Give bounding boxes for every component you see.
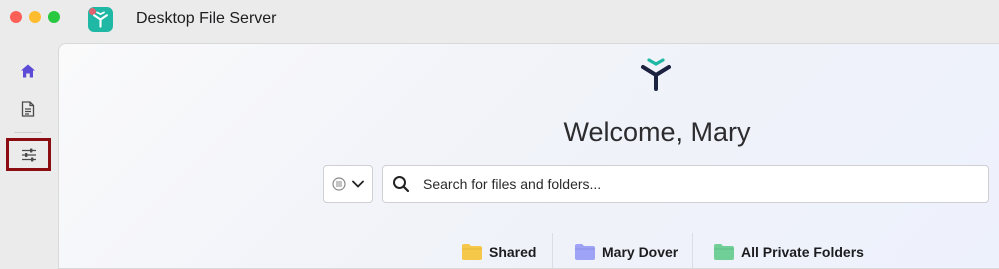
folder-green-icon <box>714 244 734 260</box>
sliders-icon <box>21 148 36 161</box>
brand-logo-icon <box>641 58 671 91</box>
sidebar-item-settings[interactable] <box>6 138 51 171</box>
search-scope-dropdown[interactable] <box>323 165 373 203</box>
quick-link-separator <box>552 233 553 268</box>
quick-link-separator <box>692 233 693 268</box>
window-minimize-button[interactable] <box>29 11 41 23</box>
sidebar-item-home[interactable] <box>14 57 42 85</box>
main-content: Welcome, Mary Shared Mary Do <box>58 43 999 269</box>
list-filter-icon <box>332 177 346 191</box>
quick-link-shared[interactable]: Shared <box>461 237 536 267</box>
quick-link-all-private-folders[interactable]: All Private Folders <box>713 237 864 267</box>
app-logo-icon <box>88 7 113 32</box>
title-bar: Desktop File Server <box>0 0 999 40</box>
search-icon <box>392 175 410 193</box>
search-input[interactable] <box>421 175 965 193</box>
sidebar <box>0 40 58 268</box>
app-title: Desktop File Server <box>136 10 277 27</box>
quick-link-label: All Private Folders <box>741 244 864 260</box>
home-icon <box>21 64 35 78</box>
document-icon <box>21 101 35 117</box>
quick-link-label: Mary Dover <box>602 244 679 260</box>
folder-purple-icon <box>575 244 595 260</box>
window-close-button[interactable] <box>10 11 22 23</box>
quick-link-label: Shared <box>489 244 537 260</box>
sidebar-item-documents[interactable] <box>14 95 42 123</box>
folder-yellow-icon <box>462 244 482 260</box>
welcome-heading: Welcome, Mary <box>563 117 751 147</box>
window-maximize-button[interactable] <box>48 11 60 23</box>
quick-link-mary-dover[interactable]: Mary Dover <box>574 237 678 267</box>
chevron-down-icon <box>352 180 364 188</box>
sidebar-divider <box>14 132 42 133</box>
search-box[interactable] <box>382 165 989 203</box>
